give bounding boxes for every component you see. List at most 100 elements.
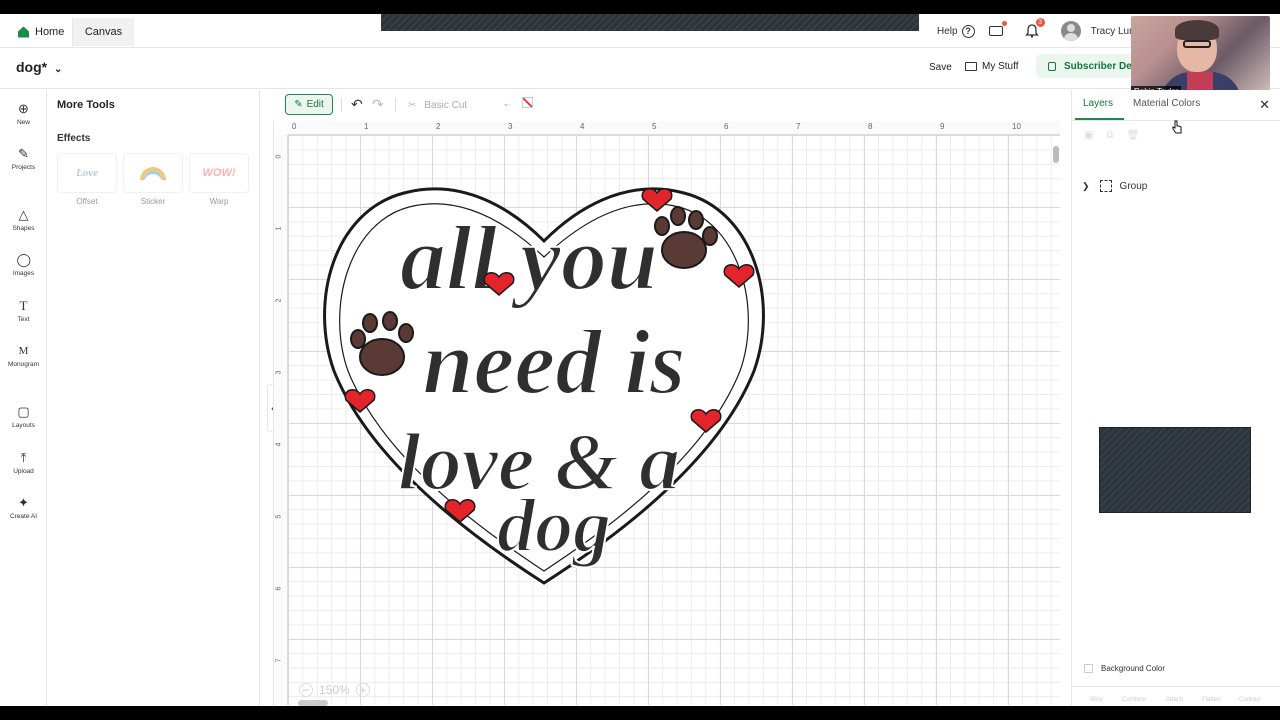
rail-label-text: Text bbox=[17, 316, 30, 323]
zoom-control: − 150% + bbox=[299, 681, 370, 699]
slice-button[interactable]: Slice bbox=[1090, 697, 1103, 703]
project-title-label: dog* bbox=[16, 59, 48, 75]
delete-icon[interactable]: 🗑 bbox=[1127, 130, 1153, 141]
rail-label-new: New bbox=[16, 119, 30, 126]
combine-button[interactable]: Combine bbox=[1122, 697, 1146, 703]
ruler-v-tick: 0 bbox=[275, 154, 283, 159]
tab-material-colors[interactable]: Material Colors bbox=[1133, 98, 1200, 109]
rail-item-images[interactable]: ◯ Images bbox=[0, 252, 47, 278]
rail-item-shapes[interactable]: △ Shapes bbox=[0, 208, 47, 233]
tab-canvas[interactable]: Canvas bbox=[72, 18, 134, 46]
effect-offset[interactable]: Love Offset bbox=[57, 153, 117, 206]
project-title[interactable]: dog* ⌄ bbox=[16, 59, 62, 75]
app-frame: Home Canvas Help ? 3 Tracy Lunc dog* ⌄ S… bbox=[0, 14, 1280, 706]
images-icon: ◯ bbox=[16, 252, 32, 267]
redo-icon[interactable]: ↷ bbox=[372, 96, 384, 113]
zoom-out-button[interactable]: − bbox=[299, 683, 313, 697]
group-icon[interactable]: ▣ bbox=[1084, 130, 1106, 141]
panel-bottom-actions: Slice Combine Attach Flatten Contour bbox=[1072, 686, 1280, 706]
lock-icon bbox=[1048, 61, 1056, 71]
operation-label: Basic Cut bbox=[424, 99, 468, 111]
my-stuff-button[interactable]: My Stuff bbox=[965, 61, 1019, 72]
sticker-artwork[interactable]: all you need is love & a dog bbox=[314, 171, 774, 591]
rainbow-icon bbox=[140, 166, 166, 180]
contour-button[interactable]: Contour bbox=[1239, 697, 1260, 703]
tab-layers[interactable]: Layers bbox=[1074, 98, 1125, 120]
horizontal-scrollbar[interactable] bbox=[288, 699, 1052, 706]
rail-label-monogram: Monogram bbox=[7, 361, 40, 368]
monogram-icon: M bbox=[18, 345, 29, 357]
rail-item-upload[interactable]: ⤒ Upload bbox=[0, 451, 47, 476]
horizontal-ruler: 0 1 2 3 4 5 6 7 8 9 10 bbox=[288, 121, 1060, 135]
zoom-in-button[interactable]: + bbox=[355, 683, 370, 697]
rail-label-images: Images bbox=[12, 270, 35, 277]
subscriber-deals-button[interactable]: Subscriber Dea bbox=[1036, 54, 1146, 78]
layer-row-group[interactable]: ❯ Group bbox=[1082, 180, 1147, 192]
cart-icon[interactable] bbox=[988, 21, 1007, 36]
more-tools-title: More Tools bbox=[57, 99, 115, 111]
rail-item-create-ai[interactable]: ✦ Create AI bbox=[0, 496, 47, 521]
notification-badge: 3 bbox=[1035, 18, 1045, 27]
effect-warp[interactable]: WOW! Warp bbox=[189, 153, 249, 206]
rail-item-text[interactable]: T Text bbox=[0, 299, 47, 324]
canvas-toolbar: ✎ Edit ↶ ↷ ✂ Basic Cut ⌄ bbox=[276, 91, 1061, 121]
effect-sticker[interactable]: Sticker bbox=[123, 153, 183, 206]
checkbox[interactable] bbox=[1084, 664, 1093, 673]
rail-label-layouts: Layouts bbox=[12, 422, 35, 429]
avatar[interactable] bbox=[1060, 21, 1081, 41]
rail-label-projects: Projects bbox=[11, 164, 36, 171]
effect-warp-thumb: WOW! bbox=[189, 153, 249, 193]
save-button[interactable]: Save bbox=[929, 62, 952, 73]
cart-badge-dot bbox=[1001, 21, 1007, 26]
webcam-glasses bbox=[1183, 40, 1211, 48]
background-color-label: Background Color bbox=[1101, 664, 1166, 673]
home-icon bbox=[18, 26, 29, 38]
help-label[interactable]: Help bbox=[937, 26, 958, 37]
webcam-hair bbox=[1175, 20, 1219, 40]
ruler-h-tick: 9 bbox=[940, 122, 945, 131]
rail-item-projects[interactable]: ✎ Projects bbox=[0, 146, 47, 172]
horizontal-scrollbar-thumb[interactable] bbox=[298, 700, 328, 706]
design-canvas[interactable]: 0 1 2 3 4 5 6 7 8 9 10 0 1 2 3 4 5 6 7 a… bbox=[273, 121, 1060, 706]
flatten-button[interactable]: Flatten bbox=[1202, 697, 1220, 703]
edit-button[interactable]: ✎ Edit bbox=[285, 94, 333, 115]
mail-icon bbox=[965, 62, 977, 71]
rail-item-layouts[interactable]: ▢ Layouts bbox=[0, 405, 47, 430]
chevron-down-icon: ⌄ bbox=[54, 64, 63, 75]
undo-icon[interactable]: ↶ bbox=[351, 96, 363, 113]
effect-offset-label: Offset bbox=[76, 197, 98, 206]
effect-offset-thumb: Love bbox=[57, 153, 117, 193]
tab-home[interactable]: Home bbox=[6, 18, 76, 46]
ruler-v-tick: 5 bbox=[275, 514, 283, 519]
operation-select[interactable]: ✂ Basic Cut ⌄ bbox=[408, 96, 512, 114]
material-preview bbox=[1099, 427, 1251, 513]
group-layer-icon bbox=[1099, 180, 1112, 192]
layer-actions: ▣⧉🗑 bbox=[1084, 130, 1152, 141]
chevron-down-icon: ⌄ bbox=[502, 98, 510, 108]
background-color-toggle[interactable]: Background Color bbox=[1084, 664, 1165, 673]
pen-color-icon[interactable] bbox=[522, 97, 533, 108]
ruler-v-tick: 4 bbox=[275, 442, 283, 447]
top-banner bbox=[381, 14, 919, 31]
effect-warp-thumb-text: WOW! bbox=[202, 167, 236, 179]
rail-item-monogram[interactable]: M Monogram bbox=[0, 344, 47, 368]
tab-home-label: Home bbox=[35, 26, 65, 38]
ruler-h-tick: 5 bbox=[652, 122, 657, 131]
duplicate-icon[interactable]: ⧉ bbox=[1106, 130, 1126, 141]
attach-button[interactable]: Attach bbox=[1166, 697, 1183, 703]
project-bar: dog* ⌄ Save My Stuff Subscriber Dea bbox=[0, 49, 1280, 89]
projects-icon: ✎ bbox=[18, 146, 29, 161]
toolbar-divider bbox=[341, 98, 342, 112]
ruler-h-tick: 6 bbox=[724, 122, 729, 131]
help-icon[interactable]: ? bbox=[961, 24, 975, 38]
more-tools-panel: More Tools Effects Love Offset Sticker W… bbox=[48, 90, 260, 706]
ruler-h-tick: 3 bbox=[508, 122, 513, 131]
ruler-h-tick: 8 bbox=[868, 122, 873, 131]
vertical-scrollbar-thumb[interactable] bbox=[1053, 146, 1059, 163]
ruler-h-tick: 4 bbox=[580, 122, 585, 131]
chevron-right-icon[interactable]: ❯ bbox=[1082, 181, 1090, 192]
bell-icon[interactable]: 3 bbox=[1024, 18, 1045, 38]
rail-item-new[interactable]: ⊕ New bbox=[0, 102, 47, 127]
close-icon[interactable]: ✕ bbox=[1259, 97, 1270, 113]
vertical-scrollbar[interactable] bbox=[1052, 135, 1060, 706]
